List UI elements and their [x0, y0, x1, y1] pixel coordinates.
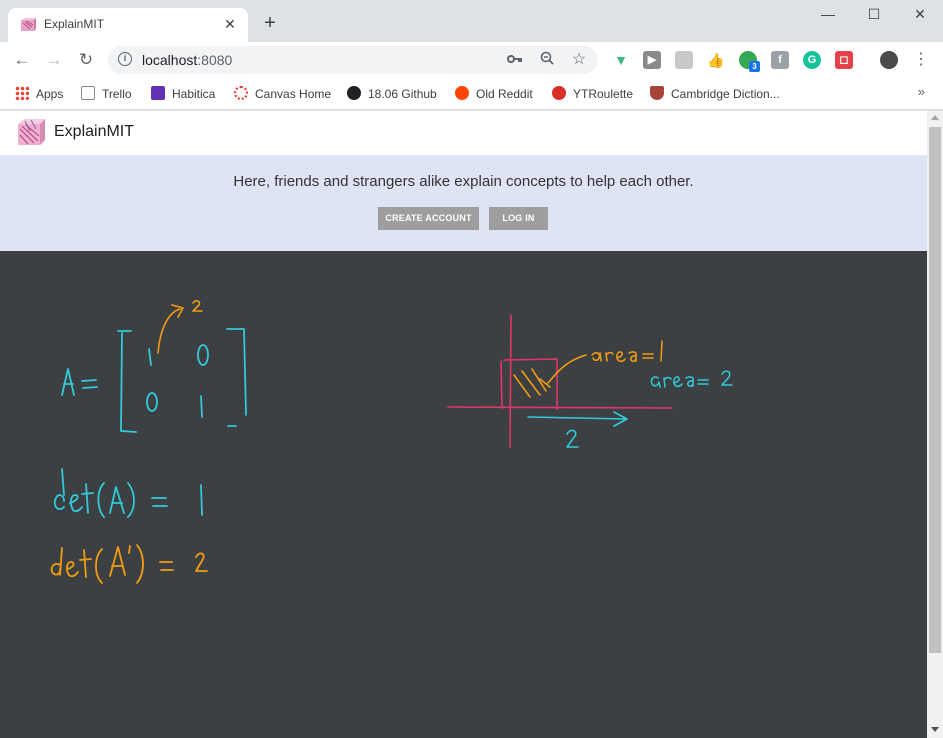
profile-avatar[interactable] [880, 51, 898, 69]
bookmark-old-reddit[interactable]: Old Reddit [455, 85, 533, 103]
tab-close-icon[interactable]: ✕ [220, 14, 240, 34]
scrollbar-thumb[interactable] [929, 127, 941, 653]
welcome-banner: Here, friends and strangers alike explai… [0, 155, 927, 251]
url-text: localhost:8080 [142, 52, 233, 68]
bookmark-ytroulette[interactable]: YTRoulette [552, 85, 633, 103]
scale-annotation [157, 300, 203, 354]
det-a-prime-expression [50, 544, 208, 584]
bookmark-github[interactable]: 18.06 Github [347, 85, 437, 103]
explainmit-favicon-icon [21, 18, 36, 31]
matrix-drawing [61, 328, 247, 433]
address-bar[interactable]: i localhost:8080 ☆ [108, 46, 598, 74]
matrix-left-bracket [117, 330, 137, 433]
stretch-arrow [527, 411, 628, 427]
new-tab-button[interactable]: + [258, 12, 282, 36]
grammarly-icon[interactable]: G [803, 51, 821, 69]
matrix-entry-0-top [197, 344, 209, 366]
apps-grid-icon [15, 86, 29, 100]
bookmark-canvas-home[interactable]: Canvas Home [234, 85, 331, 103]
y-axis [509, 314, 512, 448]
bookmark-habitica[interactable]: Habitica [151, 85, 215, 103]
thumbs-up-icon[interactable]: 👍 [707, 51, 725, 69]
scroll-up-arrow-icon[interactable] [931, 115, 939, 120]
ytroulette-icon [552, 86, 566, 100]
browser-tab[interactable]: ExplainMIT ✕ [8, 8, 248, 42]
det-a-expression [53, 468, 203, 518]
reddit-icon [455, 86, 469, 100]
video-extension-icon[interactable]: ▶ [643, 51, 661, 69]
bookmark-trello[interactable]: Trello [81, 85, 132, 103]
browser-toolbar: ← → ↻ i localhost:8080 ☆ ▼ ▶ 👍 3 f G ◻ ⋮ [0, 42, 943, 78]
app-title[interactable]: ExplainMIT [54, 123, 134, 141]
bookmark-apps[interactable]: Apps [15, 85, 63, 103]
back-arrow-icon[interactable]: ← [10, 48, 34, 72]
browser-title-bar: ExplainMIT ✕ + — ☐ ✕ [0, 0, 943, 42]
tagline: Here, friends and strangers alike explai… [233, 173, 694, 190]
github-icon [347, 86, 361, 100]
scroll-down-arrow-icon[interactable] [931, 727, 939, 732]
minimize-button[interactable]: — [805, 0, 851, 30]
habitica-icon [151, 86, 165, 100]
superscript-two [192, 300, 203, 312]
bookmark-star-icon[interactable]: ☆ [570, 51, 588, 69]
reload-icon[interactable]: ↻ [74, 48, 98, 72]
facebook-extension-icon[interactable]: f [771, 51, 789, 69]
matrix-entry-1-bottom [200, 395, 203, 418]
equals-stroke [81, 379, 98, 389]
tab-title: ExplainMIT [44, 17, 105, 31]
explainmit-logo[interactable] [16, 117, 46, 147]
canvas-icon [234, 86, 248, 100]
chat-extension-icon[interactable]: 3 [739, 51, 760, 72]
whiteboard-drawing [50, 300, 733, 584]
page-viewport: ExplainMIT Here, friends and strangers a… [0, 111, 927, 738]
login-button[interactable]: LOG IN [489, 207, 548, 230]
matrix-entry-0-bottom [146, 392, 158, 412]
maximize-button[interactable]: ☐ [851, 0, 897, 30]
unit-square [500, 358, 558, 410]
close-window-button[interactable]: ✕ [897, 0, 943, 30]
shield-extension-icon[interactable]: ◻ [835, 51, 853, 69]
clipboard-extension-icon[interactable] [675, 51, 693, 69]
bookmarks-bar: Apps Trello Habitica Canvas Home 18.06 G… [0, 78, 943, 110]
site-info-icon[interactable]: i [118, 52, 132, 66]
vue-devtools-icon[interactable]: ▼ [612, 51, 630, 69]
matrix-right-bracket [226, 328, 247, 427]
area-two-label [650, 370, 733, 388]
unit-square-hatching [513, 368, 551, 398]
create-account-button[interactable]: CREATE ACCOUNT [378, 207, 479, 230]
area-diagram [447, 314, 733, 448]
browser-menu-icon[interactable]: ⋮ [909, 48, 933, 72]
app-header: ExplainMIT [0, 111, 927, 155]
extension-badge: 3 [749, 61, 760, 72]
area-one-label [591, 340, 663, 363]
whiteboard-canvas[interactable] [0, 251, 927, 738]
x-axis [447, 406, 673, 409]
forward-arrow-icon[interactable]: → [42, 48, 66, 72]
letter-a-stroke [61, 368, 75, 396]
axis-two-label [566, 429, 579, 448]
cambridge-icon [650, 86, 664, 100]
bookmark-cambridge[interactable]: Cambridge Diction... [650, 85, 780, 103]
trello-icon [81, 86, 95, 100]
more-bookmarks-icon[interactable]: » [918, 84, 925, 99]
matrix-entry-1 [148, 348, 152, 366]
page-scrollbar[interactable] [927, 111, 943, 738]
password-key-icon[interactable] [506, 51, 524, 69]
zoom-icon[interactable] [538, 51, 556, 69]
